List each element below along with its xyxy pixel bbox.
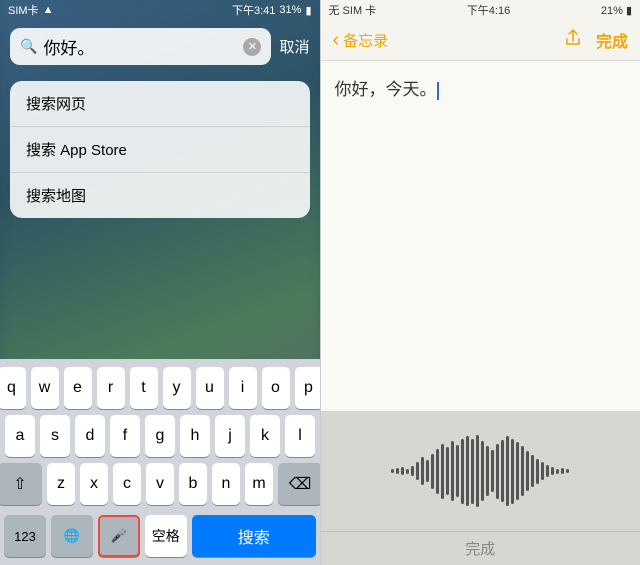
notes-nav-bar: ‹ 备忘录 完成 [321,20,640,61]
key-j[interactable]: j [215,415,245,457]
keyboard-row-1: q w e r t y u i o p [4,367,316,409]
text-cursor [437,82,439,100]
key-d[interactable]: d [75,415,105,457]
key-v[interactable]: v [146,463,174,505]
key-globe[interactable]: 🌐 [51,515,93,557]
keyboard-bottom-row: 123 🌐 🎤 空格 搜索 [0,515,320,565]
voice-done-button[interactable]: 完成 [465,538,495,559]
right-panel: 无 SIM 卡 下午4:16 21% ▮ ‹ 备忘录 完成 你好，今天。 [321,0,640,565]
key-shift[interactable]: ⇧ [0,463,42,505]
key-delete[interactable]: ⌫ [278,463,320,505]
notes-back-button[interactable]: ‹ 备忘录 [333,29,389,52]
key-i[interactable]: i [229,367,257,409]
key-u[interactable]: u [196,367,224,409]
status-bar-right: 无 SIM 卡 下午4:16 21% ▮ [321,0,640,20]
key-w[interactable]: w [31,367,59,409]
key-g[interactable]: g [145,415,175,457]
key-m[interactable]: m [245,463,273,505]
status-left-info: SIM卡 ▲ [8,2,53,18]
key-n[interactable]: n [212,463,240,505]
key-y[interactable]: y [163,367,191,409]
key-c[interactable]: c [113,463,141,505]
back-chevron-icon: ‹ [333,29,340,52]
status-carrier-right: 无 SIM 卡 [329,2,377,18]
search-bar[interactable]: 🔍 你好。 ✕ [10,28,271,65]
search-icon: 🔍 [20,38,37,55]
key-mic[interactable]: 🎤 [98,515,140,557]
keyboard: q w e r t y u i o p a s d f g h j k [0,359,320,565]
search-bar-container: 🔍 你好。 ✕ 取消 [0,20,320,73]
voice-done-row: 完成 [321,531,640,565]
cancel-button[interactable]: 取消 [279,36,309,57]
waveform [381,435,579,507]
suggestions-list: 搜索网页 搜索 App Store 搜索地图 [10,81,310,218]
notes-share-button[interactable] [564,29,582,52]
carrier-label: SIM卡 [8,2,39,18]
key-k[interactable]: k [250,415,280,457]
key-z[interactable]: z [47,463,75,505]
status-battery-right: 21% ▮ [601,4,632,17]
battery-label: 31% [279,4,301,16]
note-text: 你好，今天。 [335,80,437,99]
battery-icon-right: ▮ [626,5,632,17]
key-a[interactable]: a [5,415,35,457]
search-input-text[interactable]: 你好。 [43,34,237,59]
key-r[interactable]: r [97,367,125,409]
notes-done-button[interactable]: 完成 [596,28,628,52]
search-clear-button[interactable]: ✕ [243,38,261,56]
key-o[interactable]: o [262,367,290,409]
key-l[interactable]: l [285,415,315,457]
waveform-bar [391,469,394,473]
key-p[interactable]: p [295,367,320,409]
status-right-info: 下午3:41 31% ▮ [232,2,312,18]
key-s[interactable]: s [40,415,70,457]
globe-icon: 🌐 [64,528,80,544]
notes-content-area[interactable]: 你好，今天。 [321,61,640,411]
key-t[interactable]: t [130,367,158,409]
left-panel: SIM卡 ▲ 下午3:41 31% ▮ 🔍 你好。 ✕ 取消 搜索网页 搜索 A… [0,0,320,565]
key-f[interactable]: f [110,415,140,457]
time-label: 下午3:41 [232,2,275,18]
suggestion-appstore[interactable]: 搜索 App Store [10,127,310,173]
key-h[interactable]: h [180,415,210,457]
clear-icon: ✕ [248,40,257,53]
keyboard-row-2: a s d f g h j k l [4,415,316,457]
key-q[interactable]: q [0,367,26,409]
status-bar-left: SIM卡 ▲ 下午3:41 31% ▮ [0,0,320,20]
mic-icon: 🎤 [111,528,127,544]
notes-actions: 完成 [564,28,628,52]
key-search[interactable]: 搜索 [192,515,317,557]
wifi-icon: ▲ [43,4,54,16]
key-x[interactable]: x [80,463,108,505]
notes-back-label: 备忘录 [343,30,388,51]
key-space[interactable]: 空格 [145,515,187,557]
key-e[interactable]: e [64,367,92,409]
battery-icon: ▮ [305,4,311,17]
suggestion-maps[interactable]: 搜索地图 [10,173,310,218]
status-time-right: 下午4:16 [467,2,510,18]
keyboard-rows: q w e r t y u i o p a s d f g h j k [0,359,320,515]
voice-recording-area [321,411,640,531]
suggestion-web[interactable]: 搜索网页 [10,81,310,127]
key-123[interactable]: 123 [4,515,46,557]
keyboard-row-3: ⇧ z x c v b n m ⌫ [4,463,316,505]
key-b[interactable]: b [179,463,207,505]
